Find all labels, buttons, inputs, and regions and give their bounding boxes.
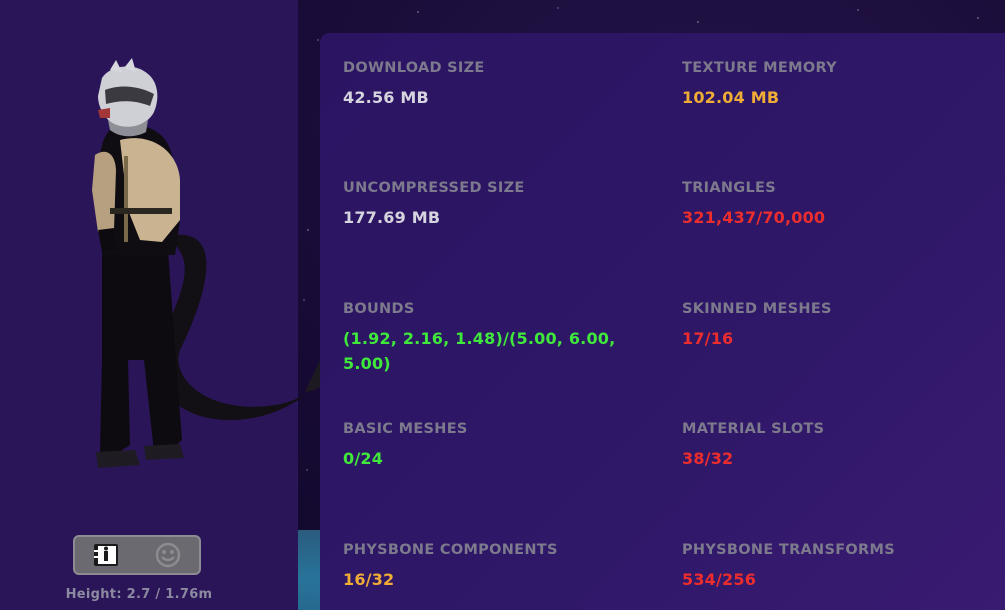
stat-value: 38/32 (682, 449, 734, 468)
stat-label: PHYSBONE COMPONENTS (343, 542, 558, 558)
avatar-preview-panel: Height: 2.7 / 1.76m (0, 0, 345, 610)
stat-physbone-transforms: PHYSBONE TRANSFORMS 534/256 (682, 540, 982, 592)
stat-uncompressed-size: UNCOMPRESSED SIZE 177.69 MB (343, 178, 643, 230)
face-icon[interactable] (151, 540, 185, 570)
stat-label: SKINNED MESHES (682, 301, 832, 317)
stat-value: 16/32 (343, 570, 395, 589)
stat-skinned-meshes: SKINNED MESHES 17/16 (682, 299, 982, 351)
stat-value: 102.04 MB (682, 88, 780, 107)
avatar-model-image (92, 58, 345, 468)
stat-value: 0/24 (343, 449, 384, 468)
stat-value: 42.56 MB (343, 88, 429, 107)
info-icon[interactable] (89, 540, 123, 570)
stat-value: (1.92, 2.16, 1.48)/(5.00, 6.00, 5.00) (343, 329, 616, 373)
stat-download-size: DOWNLOAD SIZE 42.56 MB (343, 58, 643, 110)
avatar-stats-screen: Height: 2.7 / 1.76m DOWNLOAD SIZE 42.56 … (0, 0, 1005, 610)
stat-texture-memory: TEXTURE MEMORY 102.04 MB (682, 58, 982, 110)
stat-label: TRIANGLES (682, 180, 776, 196)
stat-label: TEXTURE MEMORY (682, 60, 837, 76)
stat-label: DOWNLOAD SIZE (343, 60, 485, 76)
stat-label: MATERIAL SLOTS (682, 421, 825, 437)
stat-label: PHYSBONE TRANSFORMS (682, 542, 895, 558)
avatar-height-text: Height: 2.7 / 1.76m (65, 587, 213, 602)
stat-value: 321,437/70,000 (682, 208, 826, 227)
stat-label: BASIC MESHES (343, 421, 468, 437)
stat-label: BOUNDS (343, 301, 415, 317)
stat-value: 177.69 MB (343, 208, 441, 227)
view-mode-toggle (73, 535, 201, 575)
stat-basic-meshes: BASIC MESHES 0/24 (343, 419, 643, 471)
stat-bounds: BOUNDS (1.92, 2.16, 1.48)/(5.00, 6.00, 5… (343, 299, 633, 376)
stat-physbone-components: PHYSBONE COMPONENTS 16/32 (343, 540, 643, 592)
stat-value: 534/256 (682, 570, 757, 589)
stat-triangles: TRIANGLES 321,437/70,000 (682, 178, 982, 230)
performance-stats-panel: DOWNLOAD SIZE 42.56 MB TEXTURE MEMORY 10… (320, 33, 1005, 610)
stat-value: 17/16 (682, 329, 734, 348)
background-glow (298, 530, 320, 610)
stat-material-slots: MATERIAL SLOTS 38/32 (682, 419, 982, 471)
stat-label: UNCOMPRESSED SIZE (343, 180, 525, 196)
